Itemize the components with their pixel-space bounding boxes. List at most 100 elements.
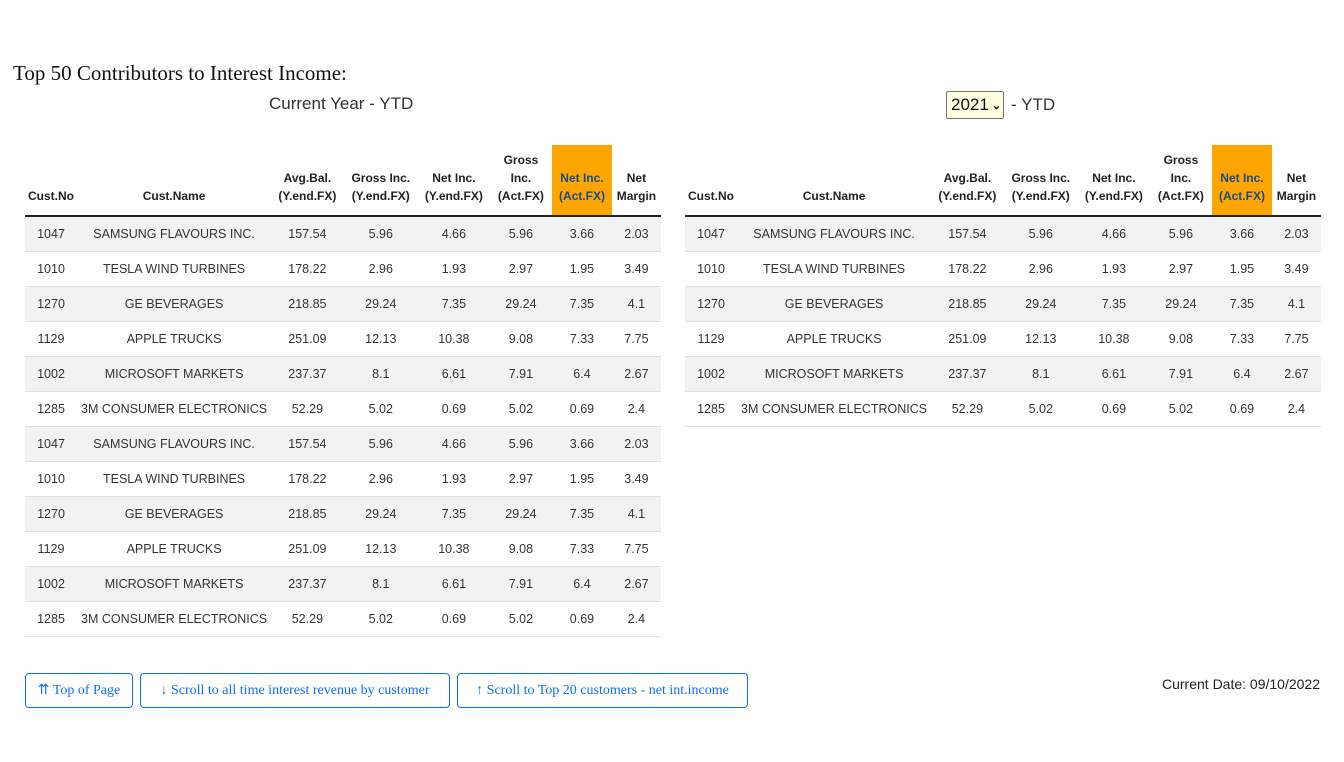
cell-gross-inc-act: 2.97: [489, 251, 553, 287]
column-header-gross-inc-act: Gross Inc. (Act.FX): [1149, 145, 1213, 217]
cell-net-inc-yend: 7.35: [1077, 286, 1150, 322]
cell-net-margin: 2.4: [611, 601, 661, 637]
cell-net-inc-yend: 6.61: [1077, 356, 1150, 392]
year-select[interactable]: 2021 ⌄: [946, 91, 1005, 119]
cell-net-inc-act: 1.95: [552, 251, 612, 287]
ytd-label: - YTD: [1011, 95, 1056, 114]
cell-net-inc-act: 7.35: [1212, 286, 1272, 322]
cell-net-margin: 2.03: [611, 426, 661, 462]
cell-gross-inc-act: 5.02: [1149, 391, 1213, 427]
cell-gross-inc-yend: 8.1: [343, 566, 418, 602]
cell-net-inc-yend: 4.66: [1077, 216, 1150, 252]
table-row: 1270 GE BEVERAGES 218.85 29.24 7.35 29.24 7.35…: [25, 286, 661, 322]
cell-net-inc-act: 6.4: [552, 566, 612, 602]
cell-net-margin: 2.67: [611, 566, 661, 602]
cell-gross-inc-yend: 29.24: [343, 286, 418, 322]
table-row: 1047 SAMSUNG FLAVOURS INC. 157.54 5.96 4.66 5…: [685, 216, 1321, 252]
cell-cust-no: 1129: [25, 531, 77, 567]
cell-avg-bal-yend: 218.85: [271, 496, 344, 532]
cell-net-inc-act: 1.95: [1212, 251, 1272, 287]
cell-cust-name: MICROSOFT MARKETS: [737, 356, 932, 392]
cell-gross-inc-act: 7.91: [1149, 356, 1213, 392]
table-row: 1010 TESLA WIND TURBINES 178.22 2.96 1.93 2.9…: [25, 251, 661, 287]
cell-cust-no: 1010: [685, 251, 737, 287]
cell-gross-inc-act: 9.08: [489, 531, 553, 567]
cell-gross-inc-act: 7.91: [489, 356, 553, 392]
column-header-gross-inc-yend: Gross Inc. (Y.end.FX): [1003, 145, 1078, 217]
cell-avg-bal-yend: 157.54: [271, 216, 344, 252]
column-header-net-margin: Net Margin: [1271, 145, 1321, 217]
cell-net-margin: 7.75: [611, 531, 661, 567]
table-row: 1047 SAMSUNG FLAVOURS INC. 157.54 5.96 4.66 5…: [25, 216, 661, 252]
cell-net-margin: 3.49: [611, 251, 661, 287]
cell-cust-name: 3M CONSUMER ELECTRONICS: [77, 601, 272, 637]
cell-avg-bal-yend: 251.09: [271, 321, 344, 357]
cell-gross-inc-act: 7.91: [489, 566, 553, 602]
cell-avg-bal-yend: 251.09: [931, 321, 1004, 357]
cell-net-inc-act: 3.66: [1212, 216, 1272, 252]
table-row: 1270 GE BEVERAGES 218.85 29.24 7.35 29.24 7.35…: [25, 496, 661, 532]
cell-avg-bal-yend: 52.29: [931, 391, 1004, 427]
cell-gross-inc-yend: 29.24: [1003, 286, 1078, 322]
table-body: 1047 SAMSUNG FLAVOURS INC. 157.54 5.96 4.66 5…: [685, 216, 1321, 427]
cell-net-margin: 2.03: [1271, 216, 1321, 252]
cell-net-inc-yend: 10.38: [417, 531, 490, 567]
cell-net-margin: 4.1: [611, 496, 661, 532]
cell-net-inc-act: 6.4: [1212, 356, 1272, 392]
column-header-net-margin: Net Margin: [611, 145, 661, 217]
column-header-net-inc-yend: Net Inc. (Y.end.FX): [1077, 145, 1150, 217]
table-row: 1285 3M CONSUMER ELECTRONICS 52.29 5.02 0.69…: [25, 601, 661, 637]
cell-gross-inc-yend: 5.96: [1003, 216, 1078, 252]
cell-cust-name: SAMSUNG FLAVOURS INC.: [737, 216, 932, 252]
scroll-all-time-revenue-button[interactable]: ↓ Scroll to all time interest revenue by…: [140, 673, 450, 708]
top-of-page-button[interactable]: ⇈ Top of Page: [25, 673, 133, 708]
cell-avg-bal-yend: 52.29: [271, 391, 344, 427]
table-row: 1010 TESLA WIND TURBINES 178.22 2.96 1.93 2.9…: [25, 461, 661, 497]
cell-net-margin: 2.4: [611, 391, 661, 427]
table-row: 1047 SAMSUNG FLAVOURS INC. 157.54 5.96 4.66 5…: [25, 426, 661, 462]
cell-net-inc-yend: 1.93: [417, 461, 490, 497]
cell-gross-inc-yend: 2.96: [343, 461, 418, 497]
cell-gross-inc-yend: 8.1: [1003, 356, 1078, 392]
cell-cust-no: 1002: [25, 356, 77, 392]
chevron-down-icon: ⌄: [991, 99, 1002, 112]
cell-gross-inc-yend: 5.02: [1003, 391, 1078, 427]
cell-gross-inc-yend: 2.96: [1003, 251, 1078, 287]
table-row: 1285 3M CONSUMER ELECTRONICS 52.29 5.02 0.69…: [25, 391, 661, 427]
cell-avg-bal-yend: 237.37: [271, 566, 344, 602]
cell-net-inc-yend: 6.61: [417, 356, 490, 392]
table-row: 1002 MICROSOFT MARKETS 237.37 8.1 6.61 7.91 6.…: [25, 566, 661, 602]
cell-cust-name: GE BEVERAGES: [737, 286, 932, 322]
cell-gross-inc-yend: 12.13: [343, 321, 418, 357]
cell-gross-inc-act: 5.96: [489, 426, 553, 462]
cell-avg-bal-yend: 178.22: [931, 251, 1004, 287]
cell-gross-inc-yend: 5.96: [343, 426, 418, 462]
cell-cust-name: MICROSOFT MARKETS: [77, 356, 272, 392]
cell-net-margin: 2.03: [611, 216, 661, 252]
cell-net-margin: 3.49: [611, 461, 661, 497]
cell-gross-inc-yend: 8.1: [343, 356, 418, 392]
cell-avg-bal-yend: 237.37: [271, 356, 344, 392]
cell-gross-inc-yend: 2.96: [343, 251, 418, 287]
cell-gross-inc-act: 2.97: [489, 461, 553, 497]
table-row: 1129 APPLE TRUCKS 251.09 12.13 10.38 9.08 7.33…: [25, 321, 661, 357]
cell-cust-no: 1270: [685, 286, 737, 322]
cell-cust-no: 1270: [25, 286, 77, 322]
cell-net-inc-act: 7.33: [552, 531, 612, 567]
cell-cust-no: 1010: [25, 251, 77, 287]
column-header-cust-no: Cust.No: [25, 145, 77, 217]
column-header-cust-name: Cust.Name: [77, 145, 272, 217]
cell-gross-inc-yend: 5.02: [343, 391, 418, 427]
cell-net-inc-act: 3.66: [552, 426, 612, 462]
scroll-top20-customers-button[interactable]: ↑ Scroll to Top 20 customers - net int.i…: [457, 673, 748, 708]
cell-net-inc-act: 3.66: [552, 216, 612, 252]
cell-cust-no: 1270: [25, 496, 77, 532]
cell-avg-bal-yend: 218.85: [271, 286, 344, 322]
selected-year-table: Cust.No Cust.Name Avg.Bal. (Y.end.FX) Gross…: [685, 145, 1321, 427]
cell-gross-inc-yend: 12.13: [1003, 321, 1078, 357]
cell-net-inc-yend: 7.35: [417, 496, 490, 532]
cell-gross-inc-act: 5.96: [489, 216, 553, 252]
cell-avg-bal-yend: 157.54: [271, 426, 344, 462]
cell-avg-bal-yend: 218.85: [931, 286, 1004, 322]
year-select-value: 2021: [951, 95, 989, 114]
